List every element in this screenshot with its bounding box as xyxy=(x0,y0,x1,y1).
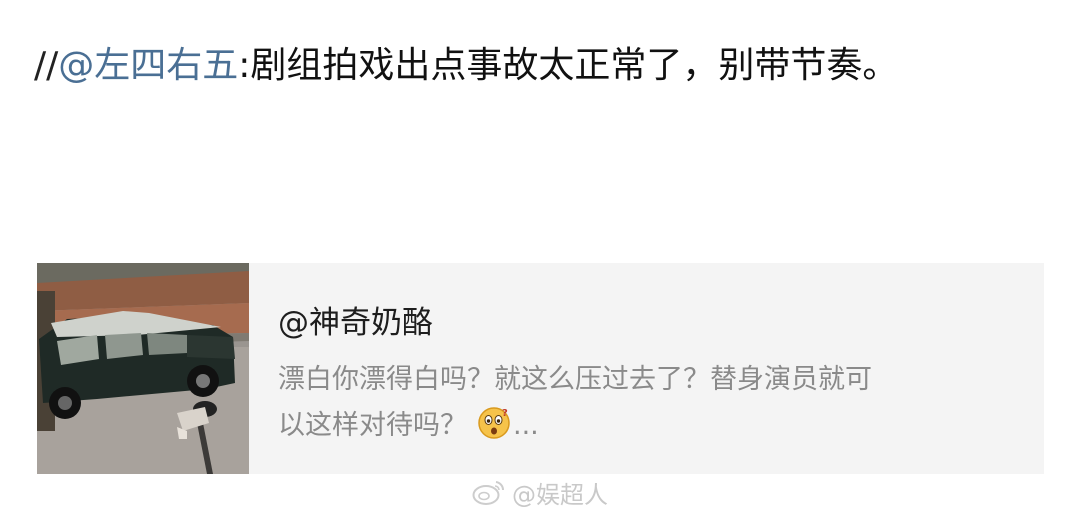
repost-text: 剧组拍戏出点事故太正常了，别带节奏。 xyxy=(250,45,899,86)
original-post-card[interactable]: @神奇奶酪 漂白你漂得白吗？就这么压过去了？替身演员就可 以这样对待吗？?... xyxy=(37,263,1044,474)
original-author-name[interactable]: @神奇奶酪 xyxy=(278,303,433,343)
weibo-repost-screenshot: //@左四右五:剧组拍戏出点事故太正常了，别带节奏。 @神奇奶酪 漂白你漂得白吗… xyxy=(0,0,1080,517)
post-thumbnail[interactable] xyxy=(37,263,249,474)
post-text-line-1: 漂白你漂得白吗？就这么压过去了？替身演员就可 xyxy=(278,364,872,395)
repost-prefix: // xyxy=(34,45,59,86)
mention-colon: : xyxy=(238,45,251,86)
original-post-text: 漂白你漂得白吗？就这么压过去了？替身演员就可 以这样对待吗？?... xyxy=(278,357,1018,449)
surprised-face-icon: ? xyxy=(477,406,511,440)
watermark-text: @娱超人 xyxy=(512,480,608,509)
post-text-ellipsis: ... xyxy=(513,410,539,441)
svg-text:?: ? xyxy=(502,408,508,419)
weibo-logo-icon xyxy=(472,478,506,506)
repost-comment: //@左四右五:剧组拍戏出点事故太正常了，别带节奏。 xyxy=(34,38,898,94)
post-text-line-2: 以这样对待吗？?... xyxy=(278,403,1018,449)
watermark: @娱超人 xyxy=(472,474,608,510)
user-mention-link[interactable]: @左四右五 xyxy=(58,45,238,86)
post-text-line-2-text: 以这样对待吗？ xyxy=(278,410,467,441)
thumbnail-image xyxy=(37,263,249,474)
